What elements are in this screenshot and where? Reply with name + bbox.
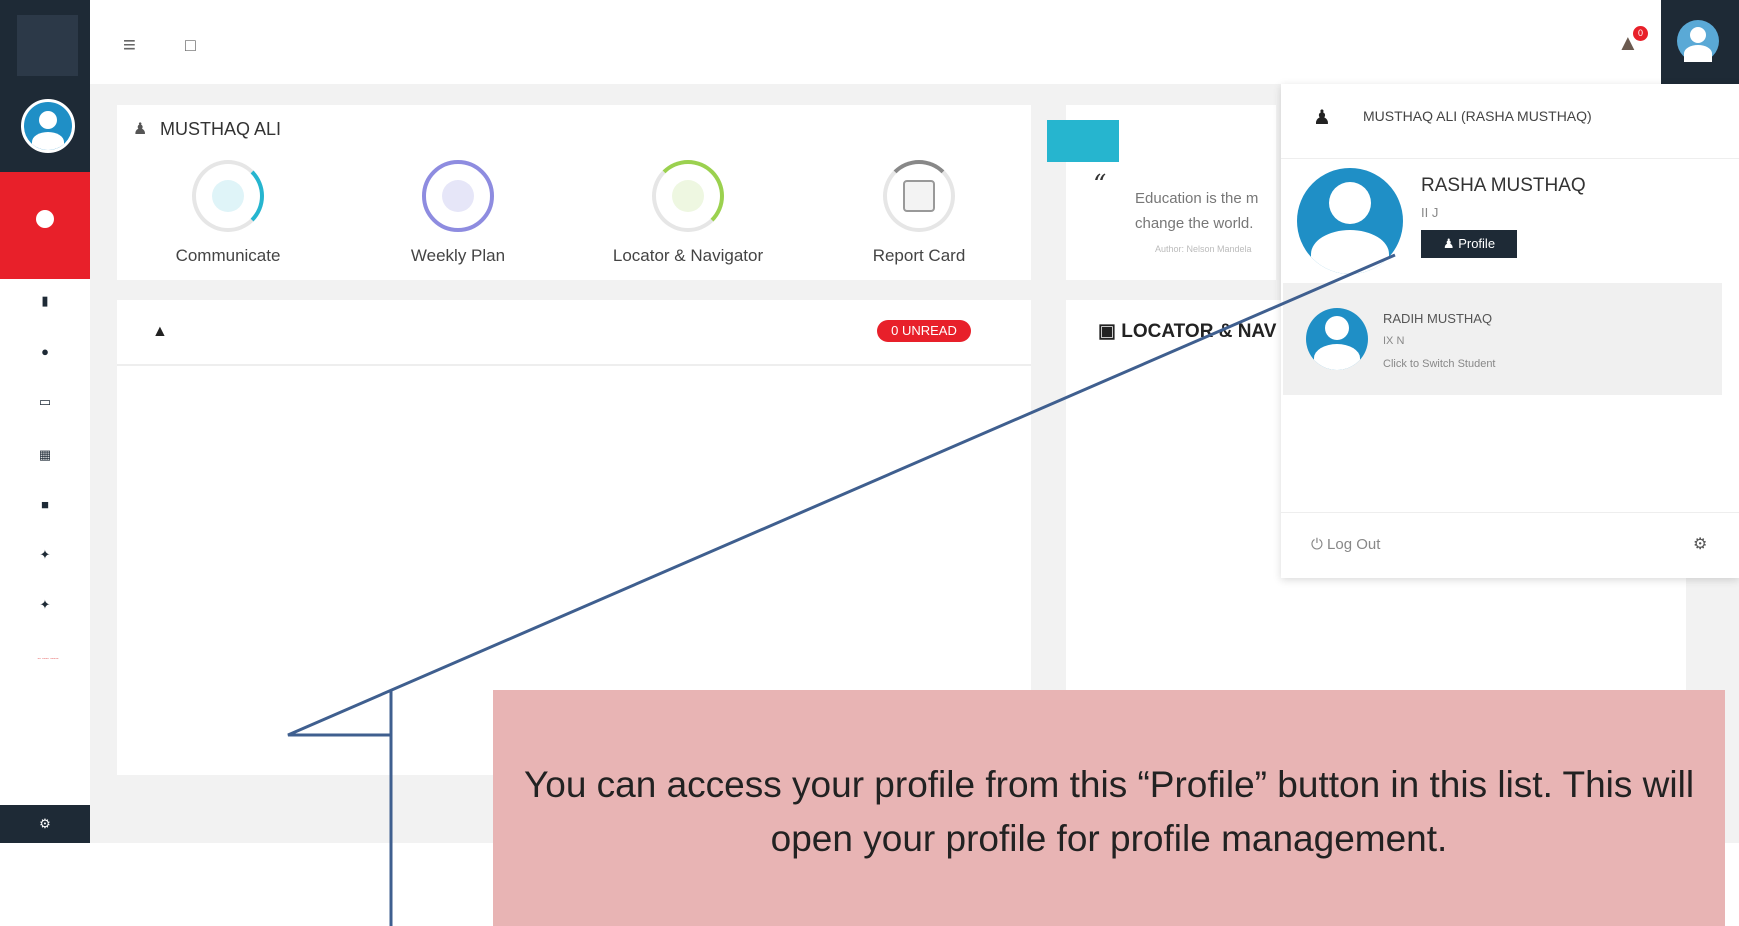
annotation-text: You can access your profile from this “P… (523, 764, 1695, 859)
